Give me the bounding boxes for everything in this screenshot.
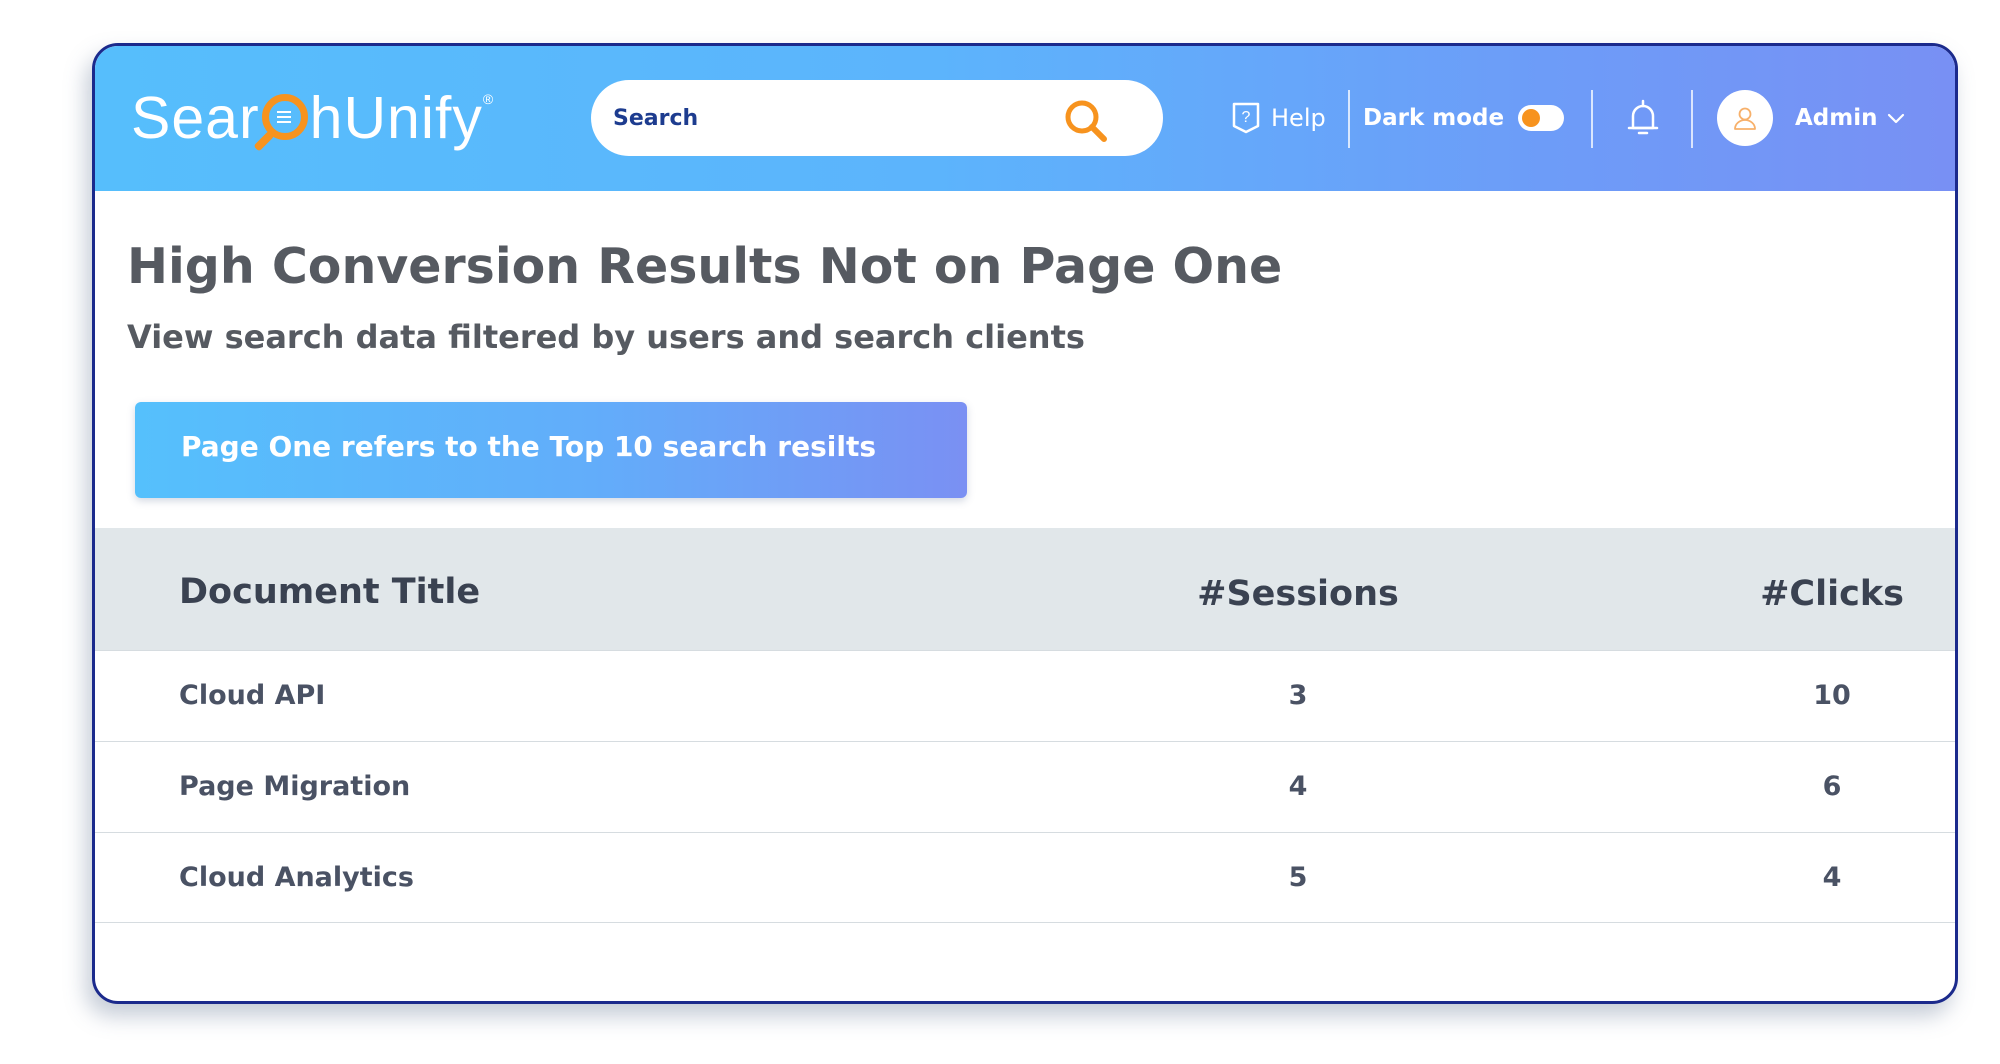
user-name-label: Admin (1795, 105, 1878, 131)
app-window: Sear hUnify® ? Help Dark mode (92, 43, 1958, 1004)
clicks-cell: 4 (1822, 862, 1842, 893)
registered-mark: ® (482, 91, 495, 107)
avatar[interactable] (1717, 90, 1773, 146)
search-icon[interactable] (1061, 96, 1111, 146)
logo-text-end: hUnify (309, 85, 483, 151)
toggle-knob (1522, 109, 1541, 127)
column-header-document-title[interactable]: Document Title (179, 572, 480, 612)
header-divider (1591, 90, 1593, 148)
logo-magnifier-icon (261, 94, 308, 140)
dark-mode-label: Dark mode (1363, 105, 1505, 131)
document-title-cell: Page Migration (179, 771, 411, 802)
header-divider (1348, 90, 1350, 148)
help-label: Help (1271, 104, 1326, 132)
sessions-cell: 5 (1288, 862, 1308, 893)
top-navbar: Sear hUnify® ? Help Dark mode (95, 46, 1955, 191)
user-menu[interactable]: Admin (1795, 100, 1906, 136)
svg-text:?: ? (1242, 109, 1251, 126)
clicks-cell: 6 (1822, 771, 1842, 802)
page-subtitle: View search data filtered by users and s… (127, 318, 1085, 356)
info-banner-text: Page One refers to the Top 10 search res… (181, 430, 877, 463)
header-divider (1691, 90, 1693, 148)
user-icon (1734, 107, 1756, 130)
search-input[interactable] (613, 98, 1053, 138)
table-row[interactable]: Page Migration 4 6 (95, 741, 1955, 832)
document-title-cell: Cloud API (179, 680, 326, 711)
sessions-cell: 4 (1288, 771, 1308, 802)
search-bar (591, 80, 1163, 156)
column-header-sessions[interactable]: #Sessions (1173, 574, 1423, 614)
dark-mode-toggle[interactable] (1518, 105, 1565, 131)
column-header-clicks[interactable]: #Clicks (1707, 574, 1955, 614)
searchunify-logo[interactable]: Sear hUnify® (131, 84, 494, 156)
sessions-cell: 3 (1288, 680, 1308, 711)
table-row[interactable]: Cloud API 3 10 (95, 650, 1955, 741)
info-banner: Page One refers to the Top 10 search res… (135, 402, 967, 498)
table-row[interactable]: Cloud Analytics 5 4 (95, 832, 1955, 923)
table-header: Document Title #Sessions #Clicks (95, 528, 1955, 650)
bell-icon[interactable] (1625, 98, 1661, 138)
help-link[interactable]: ? Help (1231, 100, 1326, 136)
help-icon: ? (1232, 102, 1260, 134)
dark-mode-control: Dark mode (1363, 98, 1565, 138)
page-title: High Conversion Results Not on Page One (127, 238, 1283, 295)
clicks-cell: 10 (1813, 680, 1851, 711)
chevron-down-icon (1887, 113, 1904, 124)
document-title-cell: Cloud Analytics (179, 862, 414, 893)
logo-text-start: Sear (131, 85, 260, 151)
results-table: Document Title #Sessions #Clicks Cloud A… (95, 528, 1955, 923)
